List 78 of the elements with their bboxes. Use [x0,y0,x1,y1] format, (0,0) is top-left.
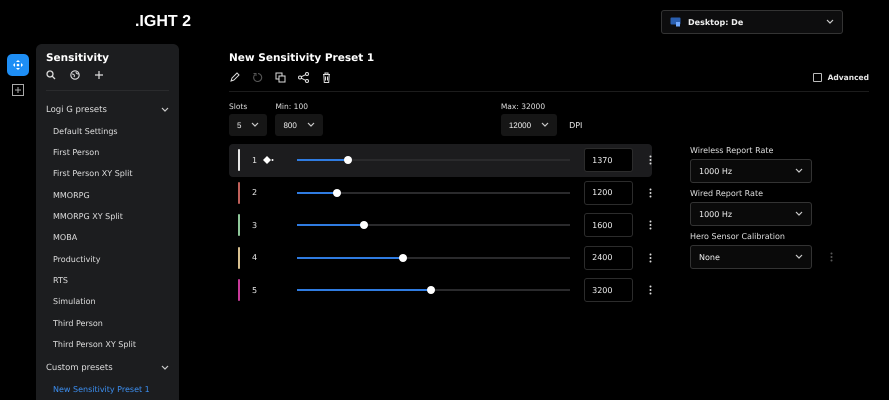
dpi-input[interactable]: 1370 [584,148,634,172]
advanced-checkbox[interactable] [812,73,822,82]
max-dpi-dropdown[interactable]: 12000 [500,114,558,136]
setting-dropdown[interactable]: 1000 Hz [690,202,812,226]
dpi-input[interactable]: 1200 [584,180,634,205]
slider-track[interactable] [296,289,570,292]
slider-thumb[interactable] [426,286,435,294]
slider-track[interactable] [296,256,570,259]
chevron-icon [826,19,834,25]
share-icon[interactable] [298,72,309,83]
setting-label: Wired Report Rate [690,189,764,198]
preset-item[interactable]: Productivity [46,248,169,270]
setting-label: Wireless Report Rate [690,146,774,155]
app-title: .IGHT 2 [134,12,191,32]
dpi-row[interactable]: 2 1200 [229,176,652,209]
preset-title: New Sensitivity Preset 1 [229,52,376,64]
chevron-icon [541,122,550,128]
preset-item[interactable]: First Person XY Split [46,163,169,185]
group-header[interactable]: Logi G presets [46,104,107,115]
device-dropdown[interactable]: Desktop: De [661,10,843,34]
device-name: Desktop: De [688,18,744,26]
dpi-input[interactable]: 3200 [584,278,634,302]
pencil-icon[interactable] [229,72,240,83]
chevron-icon [795,211,803,217]
slider-thumb[interactable] [344,156,352,164]
dpi-input[interactable]: 1600 [584,213,634,238]
setting-dropdown[interactable]: 1000 Hz [690,159,812,183]
slider-thumb[interactable] [332,188,341,197]
min-dpi-dropdown[interactable]: 800 [275,114,323,136]
group-header[interactable]: Custom presets [46,362,113,373]
slot-number: 5 [252,286,258,295]
slots-dropdown[interactable]: 5 [229,114,268,136]
setting-label: Hero Sensor Calibration [690,232,786,241]
more-icon[interactable] [649,285,652,296]
preset-item[interactable]: RTS [46,270,169,292]
dpi-row[interactable]: 5 3200 [229,274,652,306]
slot-number: 2 [252,188,258,198]
chevron-icon [795,254,803,260]
slider-thumb[interactable] [360,221,368,230]
move-arrows-button[interactable] [7,54,29,76]
dpi-unit: DPI [569,120,582,132]
reset-icon[interactable] [252,72,263,83]
panel-title: Sensitivity [46,52,110,64]
preset-item[interactable]: Third Person [46,312,169,334]
more-icon[interactable] [649,252,652,263]
preset-item[interactable]: MMORPG XY Split [46,206,169,228]
preset-item[interactable]: Default Settings [46,120,169,142]
slider-track[interactable] [296,224,570,226]
slider-thumb[interactable] [399,254,408,262]
more-icon[interactable] [649,155,652,166]
slot-number: 1 [252,156,258,165]
more-icon[interactable] [649,220,652,230]
monitor-icon [670,17,681,27]
slot-number: 3 [252,220,258,230]
chevron-icon [251,122,260,128]
dpi-row-highlight[interactable]: 1 1370 [229,144,652,176]
preset-item[interactable]: New Sensitivity Preset 1 [46,378,169,400]
chevron-icon [795,168,803,174]
preset-item[interactable]: MOBA [46,227,169,248]
more-icon[interactable] [649,188,652,198]
preset-item[interactable]: MMORPG [46,184,169,206]
preset-item[interactable]: Simulation [46,291,169,312]
move-arrows-icon [13,60,23,70]
trash-icon[interactable] [321,72,332,83]
setting-dropdown[interactable]: None [690,245,812,269]
preset-item[interactable]: First Person [46,142,169,164]
slider-track[interactable] [296,192,570,194]
slot-number: 4 [252,253,258,262]
preset-item[interactable]: Third Person XY Split [46,334,169,355]
search-icon[interactable] [46,70,56,80]
dpi-input[interactable]: 2400 [584,246,634,270]
add-icon[interactable] [94,70,104,80]
dpi-row[interactable]: 4 2400 [229,242,652,274]
dpi-row[interactable]: 3 1600 [229,209,652,242]
add-square-icon[interactable] [12,84,24,96]
chevron-icon [306,122,315,128]
copy-icon[interactable] [275,72,286,83]
globe-icon[interactable] [70,70,80,80]
